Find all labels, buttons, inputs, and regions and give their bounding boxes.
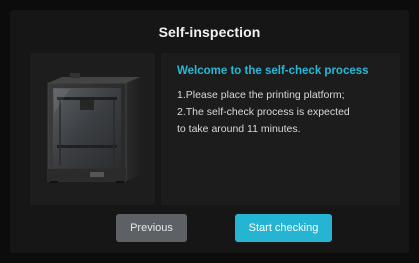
- previous-button[interactable]: Previous: [116, 214, 187, 242]
- info-text: 1.Please place the printing platform; 2.…: [177, 87, 393, 138]
- info-line: to take around 11 minutes.: [177, 123, 301, 135]
- info-line: 1.Please place the printing platform;: [177, 89, 345, 101]
- printer-image-box: [30, 53, 155, 205]
- info-line: 2.The self-check process is expected: [177, 106, 350, 118]
- dialog-title: Self-inspection: [158, 24, 261, 40]
- 3d-printer-image: [47, 73, 140, 183]
- info-box: Welcome to the self-check process 1.Plea…: [161, 53, 400, 205]
- info-heading: Welcome to the self-check process: [177, 65, 369, 77]
- start-checking-button[interactable]: Start checking: [235, 214, 332, 242]
- screen: Self-inspection Welcome to the self-chec…: [0, 0, 419, 263]
- self-inspection-dialog: Self-inspection Welcome to the self-chec…: [10, 10, 409, 253]
